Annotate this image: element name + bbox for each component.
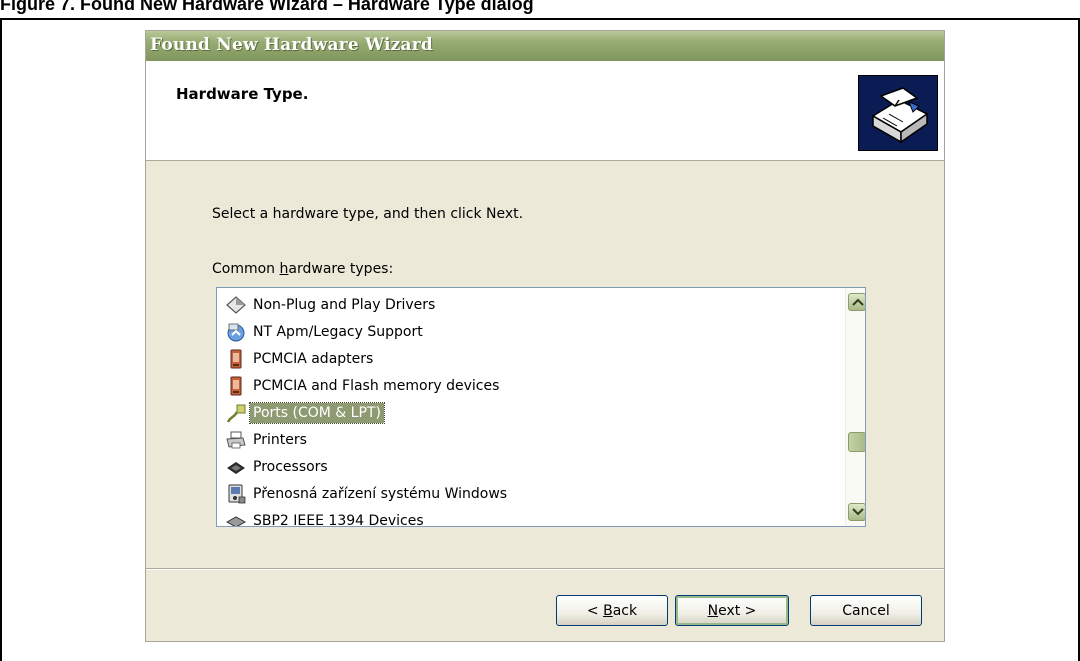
wizard-window: Found New Hardware Wizard Hardware Type.… <box>145 30 945 642</box>
cancel-button[interactable]: Cancel <box>810 595 922 626</box>
list-label-suffix: ardware types: <box>288 261 394 277</box>
window-title: Found New Hardware Wizard <box>150 35 433 55</box>
list-item-label: Ports (COM & LPT) <box>249 401 385 424</box>
list-item-label: Přenosná zařízení systému Windows <box>253 485 508 502</box>
document-caption-strip: Figure 7. Found New Hardware Wizard – Ha… <box>0 0 1080 18</box>
frame-top-border <box>0 18 1080 20</box>
list-label-prefix: Common <box>212 261 280 277</box>
pcmcia-card-icon <box>225 375 247 397</box>
list-item-ports[interactable]: Ports (COM & LPT) <box>225 399 385 426</box>
list-item-label: NT Apm/Legacy Support <box>253 323 423 340</box>
list-label: Common hardware types: <box>212 261 393 277</box>
scroll-up-button[interactable] <box>848 293 865 311</box>
list-item-nt-apm[interactable]: NT Apm/Legacy Support <box>225 318 426 345</box>
instruction-text: Select a hardware type, and then click N… <box>212 206 524 222</box>
back-button-accelerator: B <box>603 602 613 619</box>
list-item-printers[interactable]: Printers <box>225 426 310 453</box>
back-button[interactable]: < Back <box>556 595 668 626</box>
printer-icon <box>225 429 247 451</box>
frame-left-border <box>0 18 2 661</box>
list-item-processors[interactable]: Processors <box>225 453 331 480</box>
page-title: Hardware Type. <box>176 85 309 103</box>
scroll-thumb[interactable] <box>848 432 865 452</box>
chevron-up-icon <box>852 298 864 306</box>
list-item-label: Printers <box>253 431 307 448</box>
footer-separator <box>146 568 944 570</box>
scroll-down-button[interactable] <box>848 503 865 521</box>
processor-icon <box>225 456 247 478</box>
chevron-down-icon <box>852 508 864 516</box>
list-item-label: PCMCIA and Flash memory devices <box>253 377 500 394</box>
back-button-prefix: < <box>586 602 604 619</box>
diamond-icon <box>225 294 247 316</box>
list-item-label: SBP2 IEEE 1394 Devices <box>253 512 424 527</box>
next-button-suffix: ext > <box>718 602 757 619</box>
document-caption: Figure 7. Found New Hardware Wizard – Ha… <box>0 0 534 14</box>
next-button-accelerator: N <box>707 602 719 619</box>
list-item-portable-devices[interactable]: Přenosná zařízení systému Windows <box>225 480 510 507</box>
list-item-pcmcia-adapters[interactable]: PCMCIA adapters <box>225 345 376 372</box>
port-connector-icon <box>225 402 247 424</box>
hardware-box-icon <box>858 75 938 151</box>
ieee1394-icon <box>225 510 247 526</box>
power-icon <box>225 321 247 343</box>
list-item-pcmcia-flash[interactable]: PCMCIA and Flash memory devices <box>225 372 502 399</box>
portable-device-icon <box>225 483 247 505</box>
list-item-label: Non-Plug and Play Drivers <box>253 296 436 313</box>
list-scrollbar[interactable] <box>845 288 865 526</box>
pcmcia-card-icon <box>225 348 247 370</box>
list-item-label: PCMCIA adapters <box>253 350 374 367</box>
wizard-header: Hardware Type. <box>146 61 944 161</box>
list-item-non-plug-and-play[interactable]: Non-Plug and Play Drivers <box>225 291 438 318</box>
next-button[interactable]: Next > <box>675 595 789 626</box>
list-item-sbp2[interactable]: SBP2 IEEE 1394 Devices <box>225 507 427 527</box>
back-button-suffix: ack <box>612 602 638 619</box>
title-bar[interactable]: Found New Hardware Wizard <box>146 31 944 61</box>
hardware-types-list[interactable]: Non-Plug and Play Drivers NT Apm/Legacy … <box>216 287 866 527</box>
list-item-label: Processors <box>253 458 328 475</box>
